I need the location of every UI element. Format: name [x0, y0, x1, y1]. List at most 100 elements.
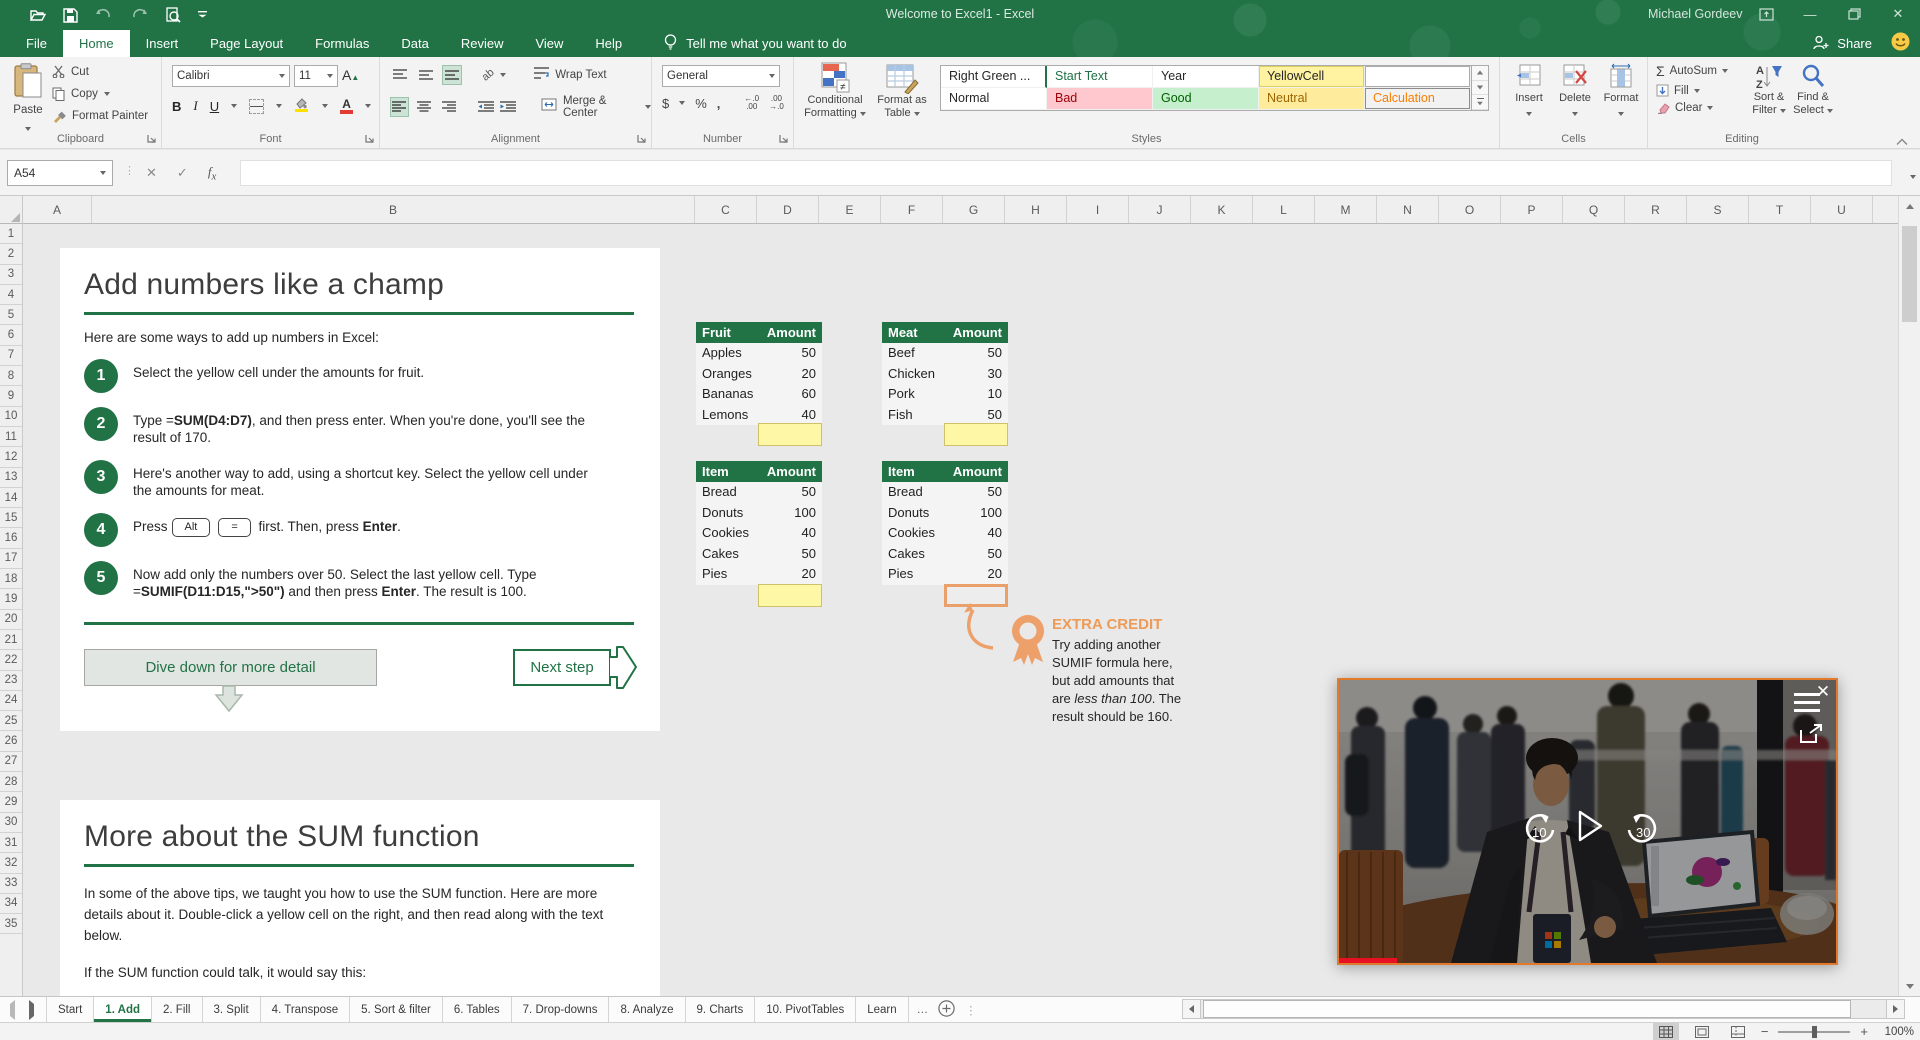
row-header[interactable]: 11: [0, 427, 22, 448]
merge-center-label[interactable]: Merge & Center: [563, 95, 639, 119]
normal-view-icon[interactable]: [1652, 1023, 1679, 1040]
row-header[interactable]: 6: [0, 325, 22, 346]
sheet-tab[interactable]: 5. Sort & filter: [350, 997, 443, 1022]
format-painter-button[interactable]: Format Painter: [52, 109, 148, 123]
row-header[interactable]: 31: [0, 833, 22, 854]
italic-button[interactable]: I: [193, 98, 197, 114]
feedback-smiley-icon[interactable]: [1891, 32, 1910, 56]
paste-button[interactable]: Paste: [8, 63, 48, 136]
item-sum-yellow-cell[interactable]: [758, 584, 822, 607]
row-header[interactable]: 7: [0, 346, 22, 367]
format-as-table-button[interactable]: Format as Table: [872, 62, 932, 120]
new-sheet-icon[interactable]: [938, 999, 955, 1020]
row-header[interactable]: 26: [0, 731, 22, 752]
column-header[interactable]: L: [1253, 196, 1315, 223]
ribbon-tab[interactable]: Review: [445, 30, 520, 57]
column-header[interactable]: N: [1377, 196, 1439, 223]
top-align-icon[interactable]: [390, 65, 410, 85]
orientation-icon[interactable]: ab: [480, 66, 497, 83]
ribbon-tab[interactable]: Page Layout: [194, 30, 299, 57]
select-all-corner[interactable]: [0, 196, 23, 224]
skip-back-button[interactable]: 10: [1521, 810, 1557, 851]
sheet-tab[interactable]: 9. Charts: [686, 997, 756, 1022]
ribbon-tab[interactable]: Help: [579, 30, 638, 57]
autosum-button[interactable]: Σ AutoSum: [1656, 63, 1728, 79]
scroll-left-icon[interactable]: [1182, 999, 1201, 1019]
skip-forward-button[interactable]: 30: [1625, 810, 1661, 851]
ribbon-tab[interactable]: Data: [385, 30, 444, 57]
minimize-button[interactable]: —: [1788, 0, 1832, 28]
row-header[interactable]: 5: [0, 305, 22, 326]
row-header[interactable]: 1: [0, 224, 22, 245]
column-header[interactable]: H: [1005, 196, 1067, 223]
sort-filter-button[interactable]: AZ Sort & Filter: [1748, 63, 1790, 117]
column-header[interactable]: T: [1749, 196, 1811, 223]
cancel-formula-icon[interactable]: ✕: [146, 165, 157, 181]
sheet-tab[interactable]: 3. Split: [203, 997, 261, 1022]
ribbon-tab[interactable]: Home: [62, 30, 130, 57]
column-header[interactable]: D: [757, 196, 819, 223]
row-header[interactable]: 21: [0, 630, 22, 651]
column-header[interactable]: J: [1129, 196, 1191, 223]
sheet-nav-prev-icon[interactable]: [10, 999, 15, 1020]
table-row[interactable]: Beef 50: [882, 343, 1008, 364]
align-center-icon[interactable]: [415, 97, 434, 117]
row-header[interactable]: 14: [0, 488, 22, 509]
row-header[interactable]: 25: [0, 711, 22, 732]
cut-button[interactable]: Cut: [52, 65, 89, 78]
vertical-scroll-thumb[interactable]: [1902, 226, 1917, 322]
percent-style-icon[interactable]: %: [695, 96, 707, 111]
underline-button[interactable]: U: [210, 99, 219, 114]
merge-center-options-icon[interactable]: [645, 105, 651, 109]
table-row[interactable]: Donuts 100: [882, 502, 1008, 523]
account-user-name[interactable]: Michael Gordeev: [1648, 7, 1743, 21]
column-header[interactable]: A: [23, 196, 92, 223]
borders-options-icon[interactable]: [276, 104, 283, 108]
play-button[interactable]: [1577, 810, 1603, 847]
row-header[interactable]: 24: [0, 691, 22, 712]
table-row[interactable]: Apples 50: [696, 343, 822, 364]
increase-indent-icon[interactable]: [499, 101, 516, 113]
expand-formula-bar-icon[interactable]: [1910, 166, 1916, 184]
conditional-formatting-button[interactable]: ≠ Conditional Formatting: [802, 62, 868, 120]
fruit-sum-yellow-cell[interactable]: [758, 423, 822, 446]
row-header[interactable]: 29: [0, 792, 22, 813]
styles-gallery-scroll[interactable]: [1472, 65, 1489, 111]
cell-style-chip[interactable]: [1365, 66, 1471, 88]
comma-style-icon[interactable]: ,: [717, 96, 721, 111]
row-header[interactable]: 32: [0, 853, 22, 874]
next-step-button[interactable]: Next step: [513, 649, 611, 686]
number-format-select[interactable]: General: [662, 65, 780, 87]
vertical-scrollbar[interactable]: [1898, 196, 1920, 996]
collapse-ribbon-icon[interactable]: [1896, 133, 1908, 151]
tabs-overflow-label[interactable]: …: [917, 1004, 929, 1016]
cell-style-chip[interactable]: Right Green ...: [941, 66, 1047, 88]
column-header[interactable]: K: [1191, 196, 1253, 223]
table-row[interactable]: Cakes 50: [882, 543, 1008, 564]
tell-me-box[interactable]: Tell me what you want to do: [664, 30, 847, 57]
dive-down-button[interactable]: Dive down for more detail: [84, 649, 377, 686]
namebox-splitter[interactable]: ⋮: [124, 164, 136, 177]
table-row[interactable]: Bread 50: [696, 482, 822, 503]
fill-color-options-icon[interactable]: [322, 104, 329, 108]
video-popout-icon[interactable]: [1800, 724, 1823, 748]
table-row[interactable]: Cakes 50: [696, 543, 822, 564]
video-progress-bar[interactable]: [1339, 958, 1397, 963]
cell-style-chip[interactable]: Good: [1153, 88, 1259, 110]
bold-button[interactable]: B: [172, 99, 181, 114]
cell-style-chip[interactable]: Year: [1153, 66, 1259, 88]
zoom-slider-thumb[interactable]: [1812, 1025, 1818, 1038]
video-player[interactable]: ✕ 10 30: [1337, 678, 1838, 965]
sheet-nav-next-icon[interactable]: [29, 999, 34, 1020]
insert-function-icon[interactable]: fx: [208, 164, 216, 183]
sheet-tab[interactable]: 7. Drop-downs: [512, 997, 610, 1022]
table-row[interactable]: Oranges 20: [696, 363, 822, 384]
page-break-view-icon[interactable]: [1725, 1023, 1751, 1040]
name-box[interactable]: A54: [7, 160, 113, 186]
row-header[interactable]: 16: [0, 528, 22, 549]
row-header[interactable]: 9: [0, 386, 22, 407]
column-header[interactable]: P: [1501, 196, 1563, 223]
ribbon-tab[interactable]: Insert: [130, 30, 195, 57]
zoom-level[interactable]: 100%: [1878, 1026, 1914, 1038]
decrease-decimal-icon[interactable]: .00 →.0: [769, 95, 784, 111]
